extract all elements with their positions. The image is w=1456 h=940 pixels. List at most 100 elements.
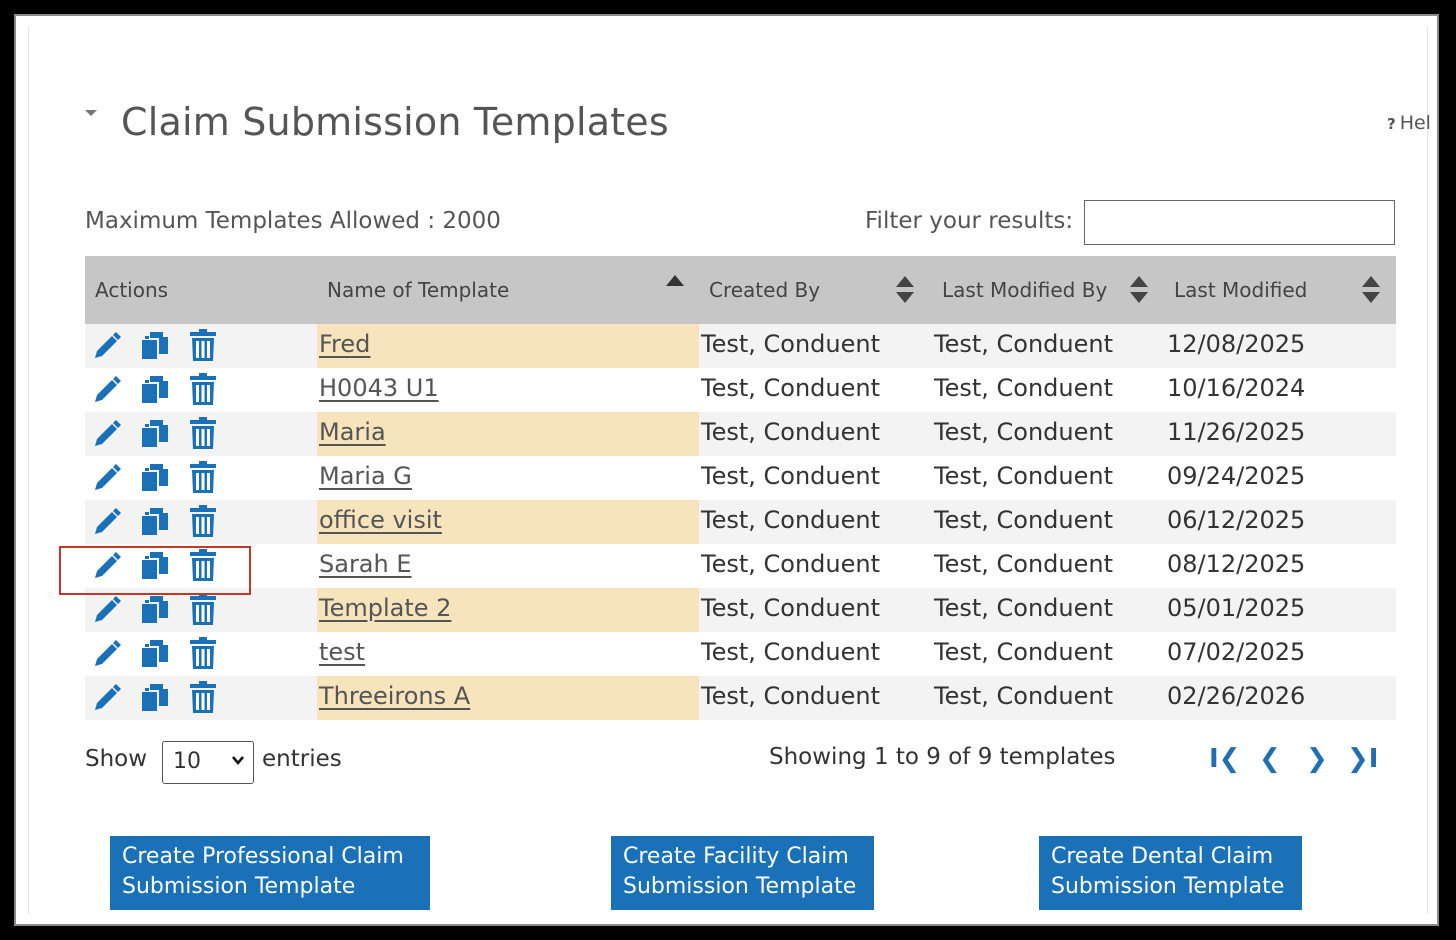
collapse-caret-icon[interactable] xyxy=(85,110,97,116)
edit-icon[interactable] xyxy=(91,372,123,408)
pager-next-button[interactable]: ❯ xyxy=(1306,744,1328,774)
row-actions xyxy=(91,328,231,364)
entries-label: entries xyxy=(262,746,342,772)
copy-icon[interactable] xyxy=(139,372,171,408)
edit-icon[interactable] xyxy=(91,592,123,628)
created-by-cell: Test, Conduent xyxy=(701,330,881,358)
entries-select-value: 10 xyxy=(173,749,201,774)
row-actions xyxy=(91,592,231,628)
last-modified-by-cell: Test, Conduent xyxy=(934,594,1114,622)
created-by-cell: Test, Conduent xyxy=(701,550,881,578)
col-header-last-modified[interactable]: Last Modified xyxy=(1174,256,1307,324)
templates-panel: Claim Submission Templates ? Hel Maximum … xyxy=(28,26,1431,914)
col-header-created-by[interactable]: Created By xyxy=(709,256,820,324)
copy-icon[interactable] xyxy=(139,460,171,496)
table-row: Fred Test, Conduent Test, Conduent 12/08/20… xyxy=(85,324,1396,368)
delete-icon[interactable] xyxy=(187,372,219,408)
delete-icon[interactable] xyxy=(187,636,219,672)
delete-icon[interactable] xyxy=(187,460,219,496)
table-row: Maria G Test, Conduent Test, Conduent 09/24… xyxy=(85,456,1396,500)
edit-icon[interactable] xyxy=(91,504,123,540)
copy-icon[interactable] xyxy=(139,504,171,540)
template-name-link[interactable]: Threeirons A xyxy=(319,676,470,720)
edit-icon[interactable] xyxy=(91,636,123,672)
delete-icon[interactable] xyxy=(187,592,219,628)
row-actions xyxy=(91,680,231,716)
create-facility-template-button[interactable]: Create Facility Claim Submission Templat… xyxy=(611,836,874,910)
last-modified-cell: 08/12/2025 xyxy=(1167,550,1306,578)
button-label-line2: Submission Template xyxy=(1051,874,1285,899)
last-modified-cell: 10/16/2024 xyxy=(1167,374,1306,402)
table-row: office visit Test, Conduent Test, Conduent… xyxy=(85,500,1396,544)
col-header-actions: Actions xyxy=(95,278,169,302)
created-by-cell: Test, Conduent xyxy=(701,638,881,666)
sort-icon[interactable] xyxy=(1130,276,1148,306)
delete-icon[interactable] xyxy=(187,504,219,540)
delete-icon[interactable] xyxy=(187,328,219,364)
row-actions xyxy=(91,460,231,496)
create-dental-template-button[interactable]: Create Dental Claim Submission Template xyxy=(1039,836,1302,910)
edit-icon[interactable] xyxy=(91,680,123,716)
last-modified-cell: 07/02/2025 xyxy=(1167,638,1306,666)
template-name-link[interactable]: test xyxy=(319,632,365,676)
filter-input[interactable] xyxy=(1084,200,1395,245)
template-name-link[interactable]: office visit xyxy=(319,500,442,544)
button-label-line1: Create Facility Claim xyxy=(623,844,849,869)
pager-first-button[interactable]: I❮ xyxy=(1209,744,1240,774)
edit-icon[interactable] xyxy=(91,328,123,364)
edit-icon[interactable] xyxy=(91,416,123,452)
entries-select[interactable]: 10 xyxy=(162,741,254,784)
button-label-line1: Create Dental Claim xyxy=(1051,844,1274,869)
show-label: Show xyxy=(85,746,148,772)
max-templates-text: Maximum Templates Allowed : 2000 xyxy=(85,208,501,234)
delete-icon[interactable] xyxy=(187,416,219,452)
window: Claim Submission Templates ? Hel Maximum … xyxy=(14,14,1439,926)
row-actions xyxy=(91,416,231,452)
template-name-link[interactable]: Maria G xyxy=(319,456,412,500)
help-link[interactable]: ? Hel xyxy=(1387,112,1431,134)
edit-icon[interactable] xyxy=(91,460,123,496)
copy-icon[interactable] xyxy=(139,328,171,364)
col-header-name[interactable]: Name of Template xyxy=(327,256,509,324)
help-label: Hel xyxy=(1399,112,1431,134)
template-name-link[interactable]: H0043 U1 xyxy=(319,368,439,412)
button-label-line1: Create Professional Claim xyxy=(122,844,404,869)
template-name-link[interactable]: Template 2 xyxy=(319,588,451,632)
table-row: H0043 U1 Test, Conduent Test, Conduent 10/1… xyxy=(85,368,1396,412)
table-row: Template 2 Test, Conduent Test, Conduent 05… xyxy=(85,588,1396,632)
table-header: Actions Name of Template Created By Last… xyxy=(85,256,1396,324)
copy-icon[interactable] xyxy=(139,680,171,716)
row-actions xyxy=(91,636,231,672)
sort-icon[interactable] xyxy=(896,276,914,306)
pager-prev-button[interactable]: ❮ xyxy=(1259,744,1281,774)
screenshot-frame: Claim Submission Templates ? Hel Maximum … xyxy=(6,6,1447,934)
pager-last-button[interactable]: ❯I xyxy=(1347,744,1378,774)
sort-ascending-icon[interactable] xyxy=(666,275,684,286)
table-body: Fred Test, Conduent Test, Conduent 12/08/20… xyxy=(85,324,1396,720)
filter-label: Filter your results: xyxy=(865,208,1074,234)
table-row: Maria Test, Conduent Test, Conduent 11/26/2… xyxy=(85,412,1396,456)
last-modified-cell: 06/12/2025 xyxy=(1167,506,1306,534)
create-professional-template-button[interactable]: Create Professional Claim Submission Tem… xyxy=(110,836,430,910)
copy-icon[interactable] xyxy=(139,592,171,628)
sort-icon[interactable] xyxy=(1362,276,1380,306)
showing-count-text: Showing 1 to 9 of 9 templates xyxy=(769,744,1116,770)
chevron-down-icon xyxy=(232,756,244,766)
table-row: Threeirons A Test, Conduent Test, Conduent… xyxy=(85,676,1396,720)
template-name-link[interactable]: Fred xyxy=(319,324,370,368)
created-by-cell: Test, Conduent xyxy=(701,462,881,490)
copy-icon[interactable] xyxy=(139,416,171,452)
button-label-line2: Submission Template xyxy=(623,874,857,899)
template-name-link[interactable]: Sarah E xyxy=(319,544,412,588)
last-modified-cell: 09/24/2025 xyxy=(1167,462,1306,490)
last-modified-by-cell: Test, Conduent xyxy=(934,506,1114,534)
button-label-line2: Submission Template xyxy=(122,874,356,899)
created-by-cell: Test, Conduent xyxy=(701,418,881,446)
copy-icon[interactable] xyxy=(139,636,171,672)
last-modified-by-cell: Test, Conduent xyxy=(934,330,1114,358)
page-title: Claim Submission Templates xyxy=(121,100,669,144)
delete-icon[interactable] xyxy=(187,680,219,716)
created-by-cell: Test, Conduent xyxy=(701,682,881,710)
col-header-last-modified-by[interactable]: Last Modified By xyxy=(942,256,1107,324)
template-name-link[interactable]: Maria xyxy=(319,412,386,456)
